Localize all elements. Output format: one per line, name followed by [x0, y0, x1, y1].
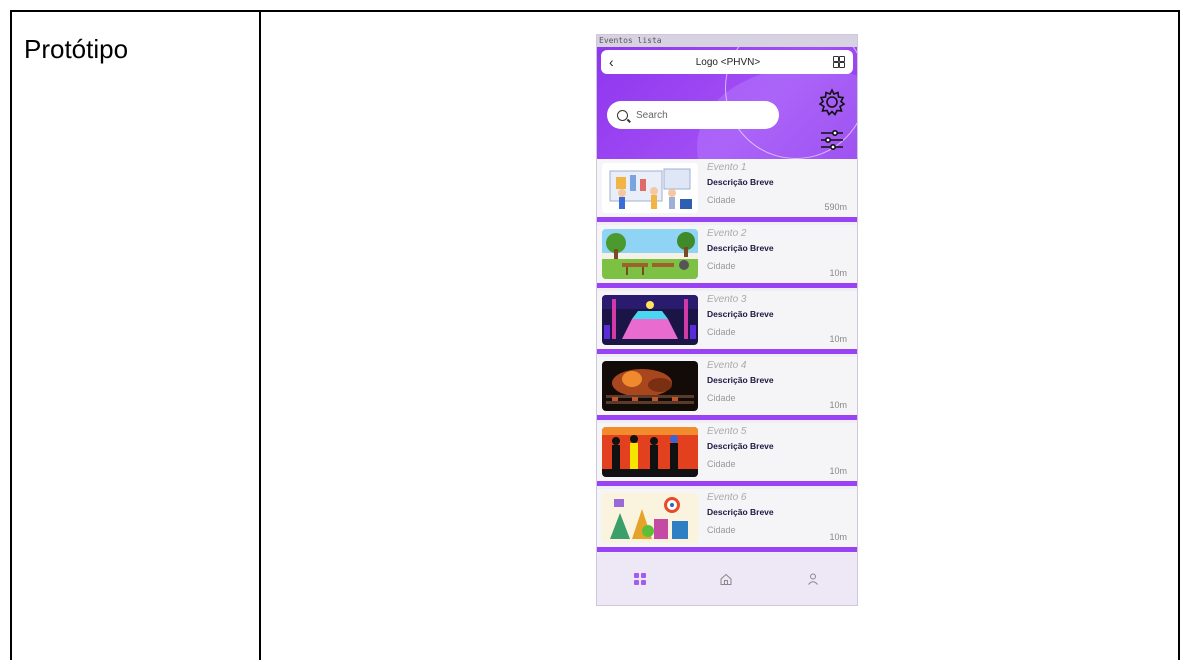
event-card[interactable]: Evento 6 Descrição Breve Cidade 10m	[597, 489, 857, 552]
search-placeholder: Search	[636, 109, 668, 121]
event-city: Cidade	[707, 459, 736, 469]
bottom-navigation	[597, 553, 857, 605]
home-icon[interactable]	[719, 572, 733, 586]
app-logo: Logo <PHVN>	[695, 56, 761, 68]
event-distance: 10m	[829, 400, 847, 410]
event-city: Cidade	[707, 195, 736, 205]
event-card[interactable]: Evento 3 Descrição Breve Cidade 10m	[597, 291, 857, 354]
event-city: Cidade	[707, 525, 736, 535]
event-city: Cidade	[707, 393, 736, 403]
search-input[interactable]: Search	[607, 101, 779, 129]
back-icon[interactable]: ‹	[609, 54, 623, 70]
grid-icon[interactable]	[633, 573, 646, 585]
phone-prototype: Eventos lista ‹ Logo <PHVN> Search Event…	[596, 34, 858, 606]
event-distance: 10m	[829, 532, 847, 542]
event-distance: 10m	[829, 268, 847, 278]
column-divider	[259, 12, 261, 660]
event-city: Cidade	[707, 327, 736, 337]
event-name: Evento 6	[707, 492, 747, 503]
event-image	[602, 163, 698, 213]
event-description: Descrição Breve	[707, 309, 774, 319]
event-card[interactable]: Evento 2 Descrição Breve Cidade 10m	[597, 225, 857, 288]
event-image	[602, 295, 698, 345]
gear-icon[interactable]	[817, 87, 847, 117]
event-image	[602, 427, 698, 477]
event-description: Descrição Breve	[707, 177, 774, 187]
event-image	[602, 361, 698, 411]
user-icon[interactable]	[806, 572, 820, 586]
event-image	[602, 493, 698, 543]
event-card[interactable]: Evento 5 Descrição Breve Cidade 10m	[597, 423, 857, 486]
frame-title: Eventos lista	[597, 35, 857, 47]
document-table: Protótipo	[10, 10, 1180, 660]
event-distance: 10m	[829, 466, 847, 476]
event-description: Descrição Breve	[707, 243, 774, 253]
event-name: Evento 3	[707, 294, 747, 305]
top-bar: ‹ Logo <PHVN>	[601, 50, 853, 74]
event-distance: 590m	[824, 202, 847, 212]
event-name: Evento 4	[707, 360, 747, 371]
event-card[interactable]: Evento 4 Descrição Breve Cidade 10m	[597, 357, 857, 420]
event-description: Descrição Breve	[707, 441, 774, 451]
filter-sliders-icon[interactable]	[819, 127, 845, 153]
event-description: Descrição Breve	[707, 375, 774, 385]
event-name: Evento 2	[707, 228, 747, 239]
search-icon	[617, 109, 628, 121]
event-image	[602, 229, 698, 279]
row-label: Protótipo	[24, 34, 129, 64]
event-card[interactable]: Evento 1 Descrição Breve Cidade 590m	[597, 159, 857, 222]
event-description: Descrição Breve	[707, 507, 774, 517]
qr-grid-icon[interactable]	[833, 56, 845, 68]
event-name: Evento 5	[707, 426, 747, 437]
event-distance: 10m	[829, 334, 847, 344]
event-name: Evento 1	[707, 162, 747, 173]
event-city: Cidade	[707, 261, 736, 271]
